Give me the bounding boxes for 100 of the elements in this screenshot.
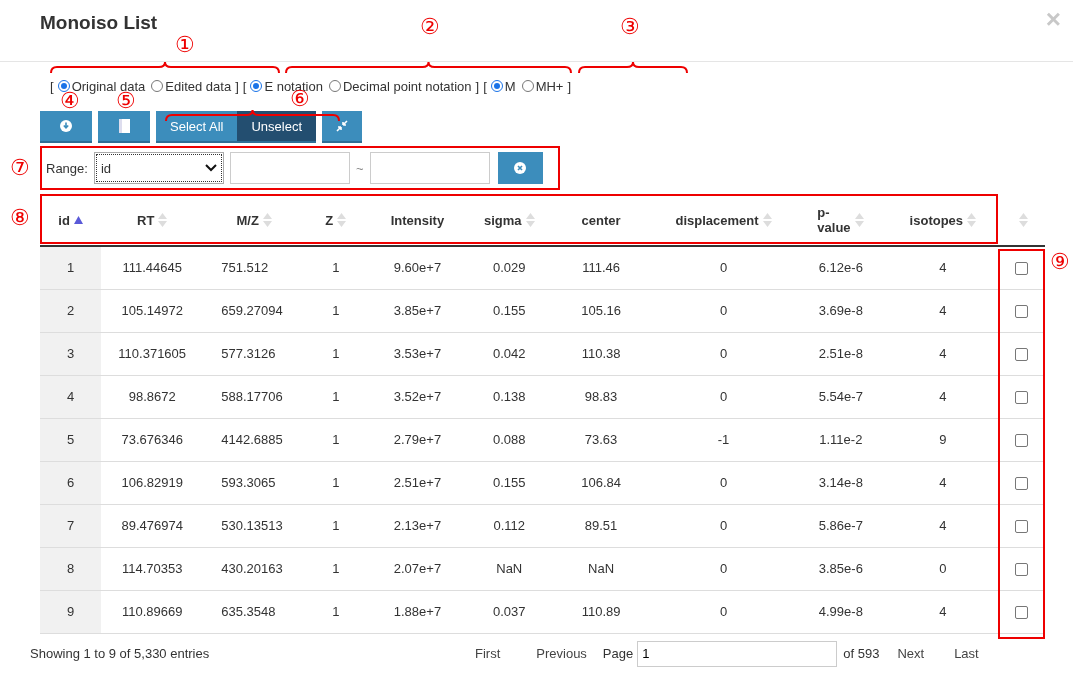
table-cell: 0.155 — [493, 475, 526, 490]
table-cell: 0.029 — [493, 260, 526, 276]
page-field[interactable]: 1 — [637, 640, 838, 667]
table-cell: 8 — [67, 561, 75, 576]
table-cell: 110.89 — [581, 604, 621, 619]
select-all-button[interactable]: Select All — [156, 111, 238, 143]
range-start-field[interactable] — [229, 152, 350, 184]
table-cell: 1 — [332, 604, 340, 619]
radio-button[interactable] — [250, 80, 263, 92]
radio-button[interactable] — [57, 80, 70, 92]
column-header[interactable]: p-value — [817, 204, 852, 235]
callout-number: ⑦ — [10, 157, 30, 179]
radio-button[interactable] — [328, 80, 341, 92]
column-header[interactable]: Z — [325, 212, 334, 228]
column-header[interactable]: center — [581, 212, 621, 228]
table-cell: 73.63 — [584, 432, 618, 447]
table-cell: 111.46 — [582, 260, 620, 276]
table-cell: 105.14972 — [121, 303, 183, 318]
entries-info: Showing 1 to 9 of 5,330 entries — [30, 646, 211, 661]
table-cell: 1 — [332, 260, 340, 276]
row-checkbox[interactable] — [1015, 477, 1029, 491]
column-header[interactable]: M/Z — [236, 212, 259, 228]
table-cell: 0 — [719, 561, 728, 576]
table-cell: 5.54e-7 — [818, 389, 863, 404]
table-cell: 5.86e-7 — [818, 518, 863, 533]
radio-button[interactable] — [151, 80, 164, 92]
next-page-link[interactable]: Next — [897, 646, 925, 661]
column-header[interactable]: RT — [137, 212, 155, 228]
row-checkbox[interactable] — [1015, 305, 1029, 319]
table-cell: 105.16 — [581, 303, 621, 318]
radio-label[interactable]: MH+ — [535, 78, 564, 94]
row-checkbox[interactable] — [1015, 563, 1029, 577]
table-cell: 4 — [67, 389, 75, 404]
download-button[interactable] — [40, 111, 92, 143]
callout-number: ② — [420, 16, 440, 38]
page-label: Page — [602, 646, 634, 661]
table-cell: 0 — [719, 303, 728, 318]
clear-button[interactable] — [497, 152, 543, 184]
table-cell: 0.155 — [493, 303, 526, 318]
table-cell: 1 — [332, 518, 340, 533]
table-cell: 659.27094 — [221, 303, 283, 318]
row-checkbox[interactable] — [1015, 606, 1029, 620]
compress-button[interactable] — [322, 111, 363, 143]
first-page-link[interactable]: First — [475, 646, 501, 661]
table-cell: 430.20163 — [221, 561, 283, 576]
table-cell: 2.07e+7 — [393, 561, 442, 576]
table-cell: 106.82919 — [121, 475, 183, 490]
table-cell: 1 — [332, 475, 340, 490]
table-cell: 0.088 — [493, 432, 526, 447]
callout-number: ⑨ — [1050, 251, 1070, 273]
column-header[interactable]: Intensity — [390, 212, 445, 228]
range-dropdown[interactable]: id — [93, 152, 224, 184]
row-checkbox[interactable] — [1015, 434, 1029, 448]
chevron-icon — [204, 164, 217, 172]
clear-icon — [514, 162, 526, 174]
bracket: ] — [475, 78, 480, 94]
table-cell: 4 — [939, 260, 947, 276]
column-header[interactable]: id — [58, 212, 70, 228]
copy-button[interactable] — [98, 111, 150, 143]
table-cell: 588.17706 — [221, 389, 283, 404]
table-cell: 3.85e-6 — [818, 561, 863, 576]
column-header[interactable]: sigma — [483, 212, 522, 228]
radio-button[interactable] — [490, 80, 503, 92]
row-checkbox[interactable] — [1015, 391, 1029, 405]
radio-label[interactable]: M — [504, 78, 516, 94]
table-cell: 73.676346 — [121, 432, 183, 447]
table-cell: 5 — [67, 432, 75, 447]
table-cell: 98.83 — [584, 389, 618, 404]
table-cell: 1.88e+7 — [393, 604, 442, 619]
table-cell: 0.138 — [493, 389, 526, 404]
unselect-button[interactable]: Unselect — [237, 111, 317, 143]
table-cell: 111.44645 — [122, 260, 182, 276]
column-header[interactable]: isotopes — [909, 212, 964, 228]
column-header[interactable]: displacement — [675, 212, 759, 228]
table-cell: NaN — [588, 561, 615, 576]
bracket: ] — [567, 78, 572, 94]
table-cell: 1 — [67, 260, 75, 276]
callout-number: ⑧ — [10, 207, 30, 229]
row-checkbox[interactable] — [1015, 520, 1029, 534]
table-cell: 2.79e+7 — [393, 432, 442, 447]
table-cell: 1 — [332, 303, 340, 318]
last-page-link[interactable]: Last — [954, 646, 979, 661]
page-count: of 593 — [843, 646, 880, 661]
previous-page-link[interactable]: Previous — [536, 646, 587, 661]
row-checkbox[interactable] — [1015, 262, 1029, 276]
radio-label[interactable]: Edited data — [165, 78, 232, 94]
table-cell: 3.53e+7 — [393, 346, 442, 361]
table-cell: 98.8672 — [128, 389, 176, 404]
table-cell: 0.042 — [493, 346, 526, 361]
table-cell: 2.13e+7 — [393, 518, 442, 533]
table-cell: 0 — [719, 260, 728, 276]
table-cell: 577.3126 — [221, 346, 276, 361]
callout-number: ⑤ — [116, 90, 136, 112]
table-cell: 2 — [67, 303, 75, 318]
table-cell: 593.3065 — [221, 475, 276, 490]
radio-button[interactable] — [521, 80, 534, 92]
row-checkbox[interactable] — [1015, 348, 1029, 362]
range-end-field[interactable] — [369, 152, 490, 184]
radio-label[interactable]: Decimal point notation — [342, 78, 472, 94]
download-icon — [60, 120, 72, 132]
